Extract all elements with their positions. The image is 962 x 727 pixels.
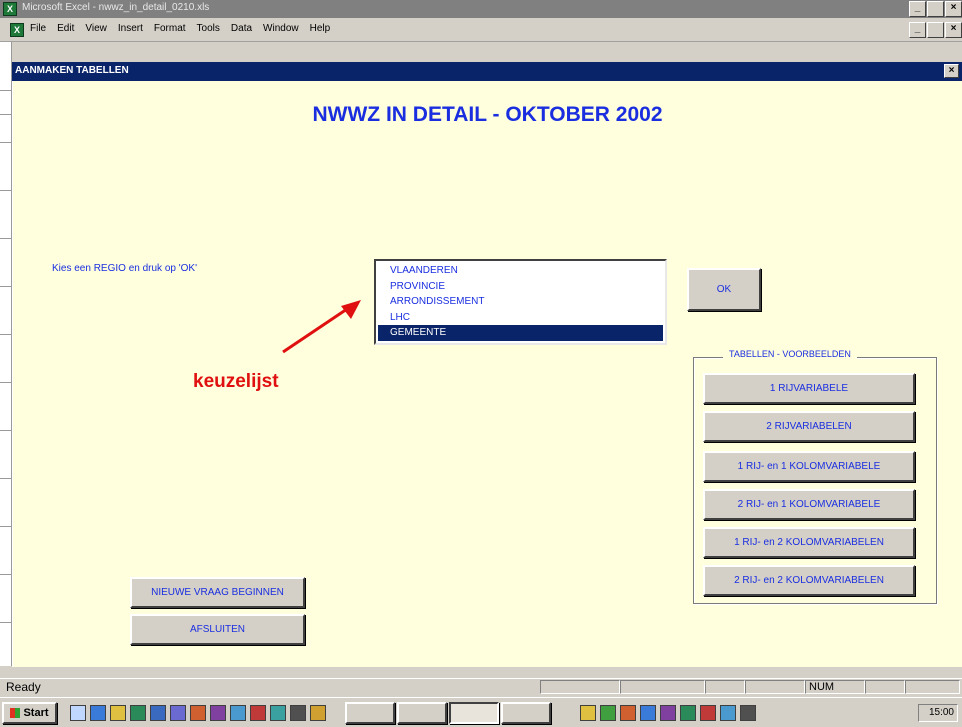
example-button-3[interactable]: 1 RIJ- en 1 KOLOMVARIABELE: [703, 451, 915, 482]
page-title: NWWZ IN DETAIL - OKTOBER 2002: [312, 103, 663, 126]
dialog-title-bar: AANMAKEN TABELLEN ×: [12, 62, 962, 81]
quicklaunch-ie-icon[interactable]: [90, 705, 106, 721]
tray-icon[interactable]: [720, 705, 736, 721]
document-controls: _ ×: [909, 22, 962, 38]
doc-close-button[interactable]: ×: [945, 22, 962, 38]
example-button-1[interactable]: 1 RIJVARIABELE: [703, 373, 915, 404]
status-panel: [620, 680, 705, 694]
quicklaunch-folder-icon[interactable]: [110, 705, 126, 721]
list-item[interactable]: PROVINCIE: [378, 279, 663, 295]
excel-title-bar: X Microsoft Excel - nwwz_in_detail_0210.…: [0, 0, 962, 18]
maximize-button[interactable]: [927, 1, 944, 17]
example-button-2[interactable]: 2 RIJVARIABELEN: [703, 411, 915, 442]
menu-format[interactable]: Format: [154, 23, 186, 34]
example-button-6[interactable]: 2 RIJ- en 2 KOLOMVARIABELEN: [703, 565, 915, 596]
quicklaunch-app-icon[interactable]: [250, 705, 266, 721]
status-panel: [745, 680, 805, 694]
status-panel: [865, 680, 905, 694]
start-button[interactable]: Start: [2, 702, 57, 724]
example-button-5[interactable]: 1 RIJ- en 2 KOLOMVARIABELEN: [703, 527, 915, 558]
menu-edit[interactable]: Edit: [57, 23, 74, 34]
task-button[interactable]: [501, 702, 551, 724]
menu-file[interactable]: File: [30, 23, 46, 34]
task-button[interactable]: [397, 702, 447, 724]
menu-bar: X File Edit View Insert Format Tools Dat…: [0, 18, 962, 42]
windows-logo-icon: [10, 708, 21, 718]
dialog-body: NWWZ IN DETAIL - OKTOBER 2002 Kies een R…: [12, 81, 962, 667]
example-button-4[interactable]: 2 RIJ- en 1 KOLOMVARIABELE: [703, 489, 915, 520]
minimize-button[interactable]: _: [909, 1, 926, 17]
window-controls: _ ×: [909, 1, 962, 17]
status-panel: [540, 680, 620, 694]
quicklaunch-app-icon[interactable]: [130, 705, 146, 721]
list-item[interactable]: ARRONDISSEMENT: [378, 294, 663, 310]
examples-group-label: TABELLEN - VOORBEELDEN: [723, 349, 857, 359]
tray-icon[interactable]: [700, 705, 716, 721]
close-button[interactable]: ×: [945, 1, 962, 17]
excel-app-icon[interactable]: X: [3, 2, 17, 16]
quicklaunch-app-icon[interactable]: [270, 705, 286, 721]
dialog-title: AANMAKEN TABELLEN: [15, 65, 129, 76]
quicklaunch-desktop-icon[interactable]: [70, 705, 86, 721]
menu-insert[interactable]: Insert: [118, 23, 143, 34]
workbook-icon[interactable]: X: [10, 23, 24, 37]
num-indicator: NUM: [805, 680, 865, 694]
list-item[interactable]: LHC: [378, 310, 663, 326]
task-button-excel-active[interactable]: [449, 702, 499, 724]
doc-minimize-button[interactable]: _: [909, 22, 926, 38]
menu-help[interactable]: Help: [310, 23, 331, 34]
region-listbox[interactable]: VLAANDEREN PROVINCIE ARRONDISSEMENT LHC …: [374, 259, 667, 345]
annotation-arrow-icon: [282, 300, 361, 354]
window-title: Microsoft Excel - nwwz_in_detail_0210.xl…: [22, 2, 210, 13]
doc-restore-button[interactable]: [927, 22, 944, 38]
region-prompt: Kies een REGIO en druk op 'OK': [52, 263, 197, 274]
quicklaunch-app-icon[interactable]: [310, 705, 326, 721]
list-item[interactable]: VLAANDEREN: [378, 263, 663, 279]
menu-window[interactable]: Window: [263, 23, 299, 34]
quicklaunch-app-icon[interactable]: [210, 705, 226, 721]
taskbar-clock: 15:00: [918, 704, 958, 722]
quicklaunch-app-icon[interactable]: [190, 705, 206, 721]
menu-view[interactable]: View: [85, 23, 107, 34]
tray-icon[interactable]: [660, 705, 676, 721]
tray-icon[interactable]: [680, 705, 696, 721]
close-dialog-button[interactable]: AFSLUITEN: [130, 614, 305, 645]
quicklaunch-app-icon[interactable]: [170, 705, 186, 721]
tray-icon[interactable]: [600, 705, 616, 721]
menu-tools[interactable]: Tools: [197, 23, 220, 34]
taskbar: Start 15:00: [0, 697, 962, 727]
tray-icon[interactable]: [640, 705, 656, 721]
status-text: Ready: [6, 680, 41, 694]
ok-button[interactable]: OK: [687, 268, 761, 311]
quicklaunch-word-icon[interactable]: [150, 705, 166, 721]
status-panel: [705, 680, 745, 694]
new-question-button[interactable]: NIEUWE VRAAG BEGINNEN: [130, 577, 305, 608]
status-bar: Ready NUM: [0, 678, 962, 695]
status-panel: [905, 680, 960, 694]
start-label: Start: [23, 707, 49, 719]
worksheet-row-strip: [0, 42, 12, 666]
tray-icon[interactable]: [580, 705, 596, 721]
quicklaunch-app-icon[interactable]: [290, 705, 306, 721]
tray-icon[interactable]: [620, 705, 636, 721]
task-button[interactable]: [345, 702, 395, 724]
tray-icon[interactable]: [740, 705, 756, 721]
list-item-selected[interactable]: GEMEENTE: [378, 325, 663, 341]
menu-data[interactable]: Data: [231, 23, 252, 34]
annotation-label: keuzelijst: [193, 371, 279, 392]
quicklaunch-app-icon[interactable]: [230, 705, 246, 721]
dialog-close-button[interactable]: ×: [944, 64, 959, 78]
